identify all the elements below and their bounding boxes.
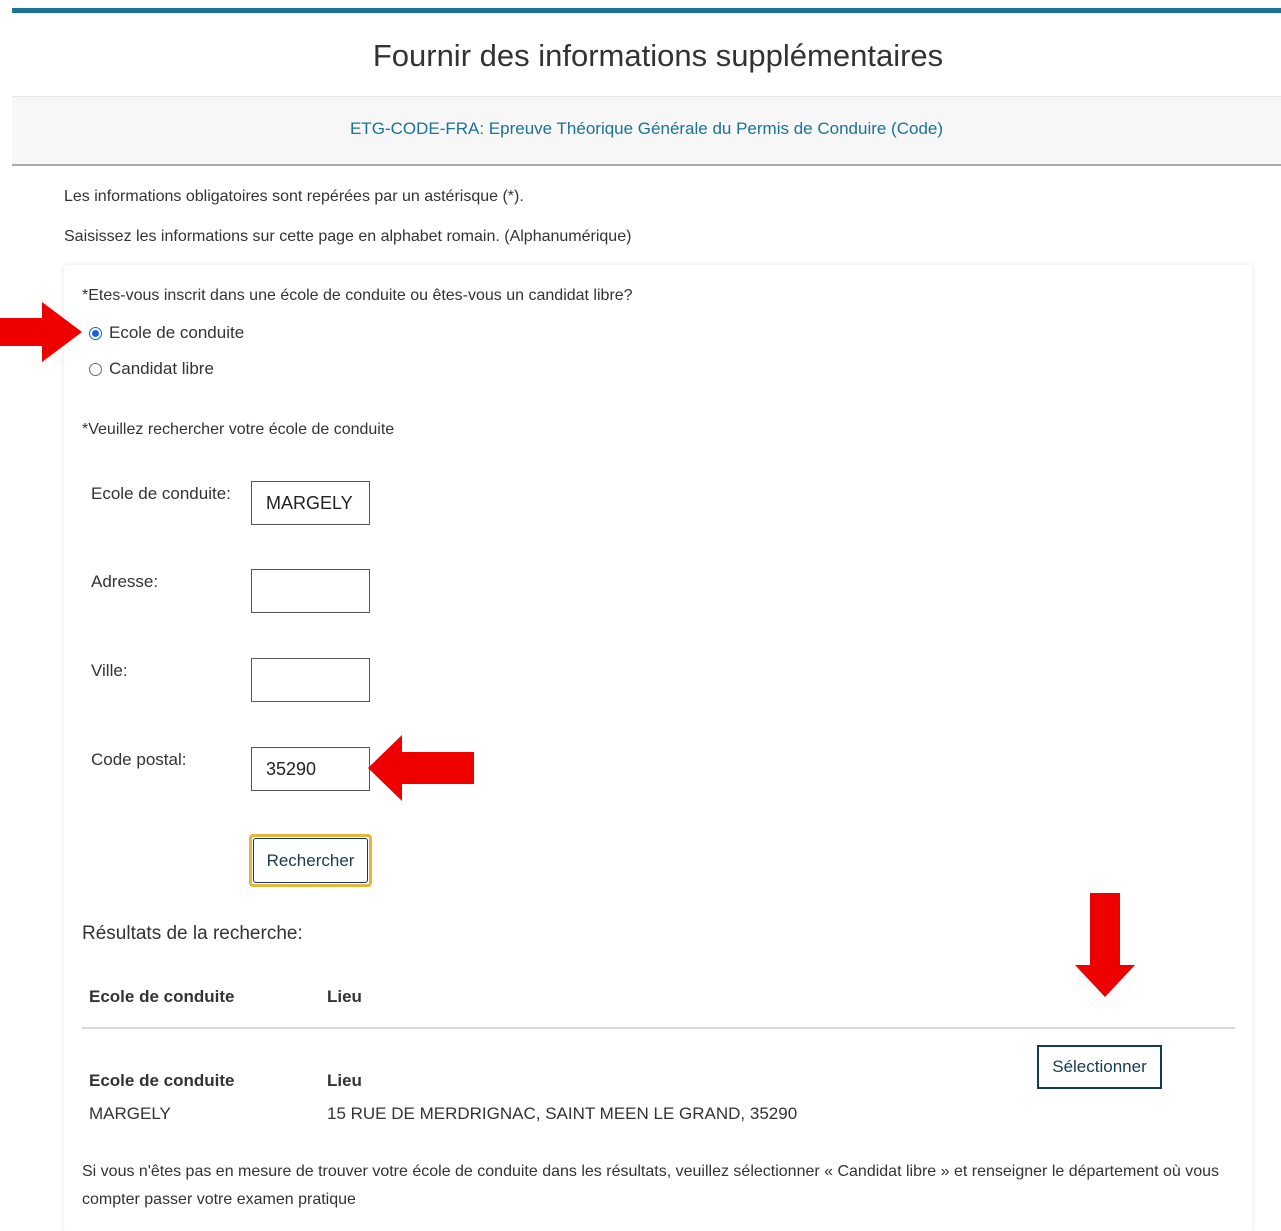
postal-code-input[interactable]: 35290 [251, 747, 370, 791]
results-title: Résultats de la recherche: [82, 923, 303, 944]
radio-free-candidate[interactable] [89, 363, 102, 376]
select-button[interactable]: Sélectionner [1037, 1045, 1162, 1089]
school-field-label: Ecole de conduite: [91, 484, 231, 503]
arrow-left-annotation-icon [368, 735, 474, 801]
radio-driving-school-label[interactable]: Ecole de conduite [109, 323, 244, 343]
address-input[interactable] [251, 569, 370, 613]
arrow-right-annotation-icon [0, 302, 82, 362]
city-input[interactable] [251, 658, 370, 702]
results-divider [82, 1027, 1235, 1029]
column-header-school: Ecole de conduite [89, 987, 235, 1006]
school-input[interactable]: MARGELY [251, 481, 370, 525]
search-button[interactable]: Rechercher [253, 838, 368, 883]
help-note: Si vous n'êtes pas en mesure de trouver … [82, 1163, 1220, 1208]
mandatory-note: Les informations obligatoires sont repér… [64, 188, 524, 205]
page-title: Fournir des informations supplémentaires [372, 38, 944, 73]
postal-field-label: Code postal: [91, 750, 187, 769]
arrow-down-annotation-icon [1075, 893, 1135, 997]
radio-free-candidate-label[interactable]: Candidat libre [109, 359, 214, 379]
row-label-place: Lieu [327, 1071, 362, 1090]
search-prompt: *Veuillez rechercher votre école de cond… [82, 421, 395, 438]
city-field-label: Ville: [91, 661, 128, 680]
row-label-school: Ecole de conduite [89, 1071, 235, 1090]
radio-driving-school[interactable] [89, 327, 102, 340]
column-header-place: Lieu [327, 987, 362, 1006]
top-accent-bar [12, 8, 1281, 13]
result-place: 15 RUE DE MERDRIGNAC, SAINT MEEN LE GRAN… [327, 1104, 798, 1123]
alphabet-note: Saisissez les informations sur cette pag… [64, 228, 632, 245]
result-school-name: MARGELY [89, 1104, 171, 1123]
exam-banner: ETG-CODE-FRA: Epreuve Théorique Générale… [12, 96, 1281, 166]
address-field-label: Adresse: [91, 572, 159, 591]
search-button-focus-ring[interactable]: Rechercher [249, 834, 372, 887]
registration-question: *Etes-vous inscrit dans une école de con… [82, 287, 633, 304]
exam-link[interactable]: ETG-CODE-FRA: Epreuve Théorique Générale… [12, 119, 1281, 139]
